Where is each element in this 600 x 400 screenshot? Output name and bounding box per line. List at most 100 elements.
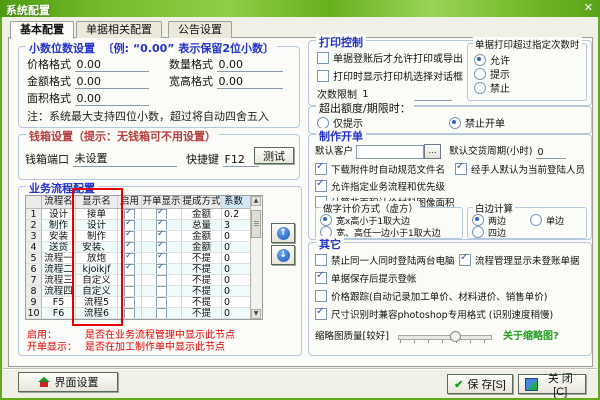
amount-format-input[interactable]: 0.00 [74,75,149,89]
row-show-checkbox[interactable] [156,308,167,318]
cell-process-name[interactable]: 安装 [42,231,76,242]
col-header-enabled[interactable]: 启用 [118,196,142,208]
cell-display-name[interactable]: 流程5 [76,297,118,308]
save-button[interactable]: ✔ 保 存[S] [447,374,513,394]
table-row[interactable]: 4 送货 安装、 金额 0 [26,242,251,253]
row-show-checkbox[interactable] [156,264,167,274]
price-tracking-checkbox[interactable] [315,290,327,302]
cell-coefficient[interactable]: 0 [222,231,250,242]
cell-process-name[interactable]: 设计 [42,209,76,220]
cell-process-name[interactable]: 流程一 [42,253,76,264]
cell-display-name[interactable]: kjoikjf [76,264,118,275]
default-handler-checkbox[interactable] [455,161,467,175]
table-row[interactable]: 7 流程三 自定义 不提 0 [26,275,251,286]
cell-coefficient[interactable]: 0 [222,253,250,264]
table-row[interactable]: 9 F5 流程5 不提 0 [26,297,251,308]
radio-four-sides[interactable] [472,226,484,238]
col-header-method[interactable]: 提成方式 [182,196,222,208]
cell-coefficient[interactable]: 0.2 [222,209,250,220]
show-unposted-checkbox[interactable] [459,252,471,266]
cell-display-name[interactable]: 自定义 [76,286,118,297]
cell-coefficient[interactable]: 0 [222,308,250,319]
area-format-input[interactable]: 0.00 [74,92,149,106]
col-header-show[interactable]: 开单显示 [142,196,182,208]
row-enabled-checkbox[interactable] [124,275,135,285]
close-button[interactable]: 关 闭[C] [518,373,586,398]
print-after-post-checkbox[interactable] [317,52,329,64]
radio-allow[interactable] [474,54,486,66]
allow-workflow-priority-checkbox[interactable] [315,178,327,192]
cell-commission-method[interactable]: 不提 [182,253,222,264]
radio-two-sides[interactable] [472,214,484,226]
cell-process-name[interactable]: 制作 [42,220,76,231]
interface-settings-button[interactable]: 界面设置 [18,372,118,392]
radio-forbid[interactable] [474,82,486,94]
auto-filename-checkbox[interactable] [315,161,327,175]
default-customer-input[interactable] [356,144,425,159]
cell-commission-method[interactable]: 不提 [182,297,222,308]
table-row[interactable]: 6 流程二 kjoikjf 不提 0 [26,264,251,275]
row-enabled-checkbox[interactable] [124,242,135,252]
cell-coefficient[interactable]: 0 [222,297,250,308]
row-enabled-checkbox[interactable] [124,264,135,274]
cell-display-name[interactable]: 设计 [76,220,118,231]
cell-display-name[interactable]: 制作 [76,231,118,242]
cell-process-name[interactable]: 流程三 [42,275,76,286]
printer-dialog-checkbox[interactable] [317,70,329,82]
cell-commission-method[interactable]: 金额 [182,231,222,242]
row-show-checkbox[interactable] [156,286,167,296]
cell-coefficient[interactable]: 0 [222,264,250,275]
row-show-checkbox[interactable] [156,209,167,219]
row-enabled-checkbox[interactable] [124,231,135,241]
cell-display-name[interactable]: 接单 [76,209,118,220]
radio-one-side[interactable] [530,214,542,226]
table-row[interactable]: 8 流程四 自定义 不提 0 [26,286,251,297]
cell-coefficient[interactable]: 0 [222,242,250,253]
col-header-coef[interactable]: 系数 [222,196,250,208]
row-enabled-checkbox[interactable] [124,308,135,318]
delivery-cycle-input[interactable]: 0 [535,147,566,159]
row-enabled-checkbox[interactable] [124,209,135,219]
single-login-checkbox[interactable] [315,254,327,266]
move-up-button[interactable]: ↑ [271,223,295,243]
slider-thumb[interactable] [449,330,461,342]
row-show-checkbox[interactable] [156,231,167,241]
tab-basic-config[interactable]: 基本配置 [10,21,74,39]
about-thumbnail-link[interactable]: 关于缩略图? [503,331,559,342]
cell-commission-method[interactable]: 不提 [182,275,222,286]
browse-button[interactable]: … [424,144,442,159]
qty-format-input[interactable]: 0.00 [216,58,283,72]
cell-process-name[interactable]: F5 [42,297,76,308]
row-show-checkbox[interactable] [156,253,167,263]
prompt-post-checkbox[interactable] [315,270,327,284]
row-show-checkbox[interactable] [156,275,167,285]
table-row[interactable]: 5 流程一 放炮 不提 0 [26,253,251,264]
tab-notice-config[interactable]: 公告设置 [168,21,232,38]
cell-commission-method[interactable]: 总量 [182,220,222,231]
row-show-checkbox[interactable] [156,220,167,230]
cell-display-name[interactable]: 流程6 [76,308,118,319]
cashbox-port-input[interactable]: 未设置 [72,150,177,167]
tab-doc-config[interactable]: 单据相关配置 [76,21,162,38]
cell-display-name[interactable]: 安装、 [76,242,118,253]
table-row[interactable]: 1 设计 接单 金额 0.2 [26,209,251,220]
test-button[interactable]: 测试 [254,147,294,164]
cell-process-name[interactable]: 送货 [42,242,76,253]
row-enabled-checkbox[interactable] [124,220,135,230]
table-row[interactable]: 10 F6 流程6 不提 0 [26,308,251,319]
row-show-checkbox[interactable] [156,242,167,252]
window-close-icon[interactable]: ✕ [584,1,593,14]
scroll-up-icon[interactable]: ▲ [251,196,261,206]
col-header-display[interactable]: 显示名 [76,196,118,208]
cell-coefficient[interactable]: 0 [222,286,250,297]
cell-commission-method[interactable]: 不提 [182,264,222,275]
price-format-input[interactable]: 0.00 [74,58,149,72]
cell-commission-method[interactable]: 不提 [182,308,222,319]
row-enabled-checkbox[interactable] [124,297,135,307]
cell-commission-method[interactable]: 金额 [182,242,222,253]
row-show-checkbox[interactable] [156,297,167,307]
cell-commission-method[interactable]: 金额 [182,209,222,220]
thumbnail-quality-slider[interactable] [397,330,492,343]
cell-process-name[interactable]: 流程二 [42,264,76,275]
cell-process-name[interactable]: 流程四 [42,286,76,297]
